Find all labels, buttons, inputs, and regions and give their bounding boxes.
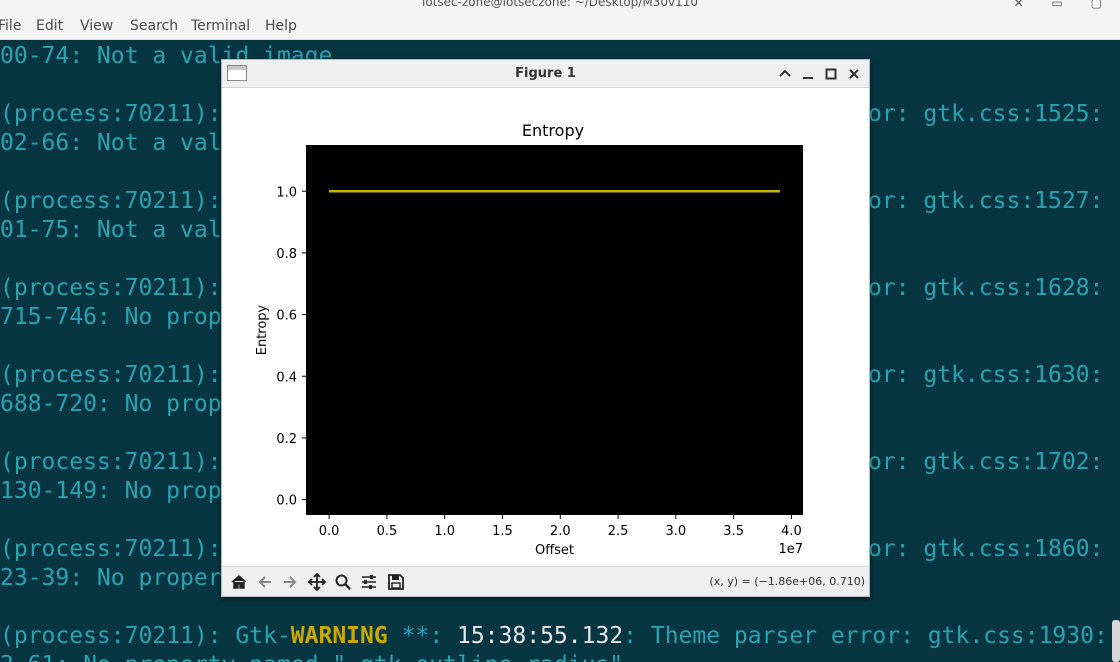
- figure-toolbar: (x, y) = (−1.86e+06, 0.710): [222, 566, 869, 596]
- chevron-up-icon: [779, 69, 791, 77]
- figure-window: Figure 1 Entropy 0.0 0.5 1.0 1.5 2.0 2.5 3.0 3.…: [221, 59, 870, 597]
- menu-file[interactable]: File: [0, 18, 21, 34]
- warning-message: : Theme parser error: gtk.css:1930:: [623, 623, 1108, 649]
- arrow-left-icon: [258, 576, 271, 588]
- x-axis-offset-label: 1e7: [778, 542, 803, 557]
- collapse-button[interactable]: [776, 65, 794, 83]
- x-axis-ticks: 0.0 0.5 1.0 1.5 2.0 2.5 3.0 3.5 4.0: [319, 515, 802, 539]
- terminal-window-controls[interactable]: ✕ ▭ ▢: [1014, 0, 1114, 10]
- x-axis-label: Offset: [535, 543, 574, 558]
- terminal-line: or: gtk.css:1527:: [868, 188, 1104, 214]
- terminal-line: (process:70211):: [0, 275, 236, 301]
- close-icon: [849, 69, 859, 79]
- menu-terminal[interactable]: Terminal: [191, 18, 250, 34]
- plot-canvas[interactable]: Entropy 0.0 0.5 1.0 1.5 2.0 2.5 3.0 3.5 4.0 0.0 0…: [226, 89, 865, 567]
- terminal-menubar: File Edit View Search Terminal Help: [0, 12, 1120, 40]
- menu-search[interactable]: Search: [130, 18, 178, 34]
- zoom-button[interactable]: [334, 573, 352, 591]
- minimize-button[interactable]: [799, 65, 817, 83]
- x-tick-label: 2.0: [550, 524, 571, 539]
- axes-background[interactable]: [306, 145, 803, 515]
- home-button[interactable]: [230, 573, 248, 591]
- y-tick-label: 0.4: [276, 370, 297, 385]
- x-tick-label: 3.5: [723, 524, 744, 539]
- home-icon: [231, 575, 247, 589]
- menu-edit[interactable]: Edit: [36, 18, 63, 34]
- entropy-chart[interactable]: Entropy 0.0 0.5 1.0 1.5 2.0 2.5 3.0 3.5 4.0 0.00…: [226, 89, 865, 567]
- y-tick-label: 0.0: [276, 494, 297, 509]
- y-axis-ticks: 0.0 0.2 0.4 0.6 0.8 1.0: [276, 185, 306, 509]
- minimize-icon: [803, 77, 813, 79]
- terminal-line: 130-149: No prope: [0, 478, 236, 504]
- y-tick-label: 0.8: [276, 247, 297, 262]
- terminal-titlebar: iotsec-zone@iotseczone: ~/Desktop/M30v11…: [0, 0, 1120, 12]
- x-tick-label: 0.0: [319, 524, 340, 539]
- magnifier-icon: [335, 574, 351, 590]
- maximize-button[interactable]: [822, 65, 840, 83]
- figure-title: Figure 1: [515, 66, 576, 81]
- y-axis-label: Entropy: [255, 304, 270, 355]
- warning-stars: **:: [387, 623, 457, 649]
- close-button[interactable]: [845, 65, 863, 83]
- terminal-line: (process:70211):: [0, 362, 236, 388]
- y-tick-label: 0.6: [276, 309, 297, 324]
- terminal-line: 02-66: Not a vali: [0, 130, 236, 156]
- terminal-line: (process:70211):: [0, 101, 236, 127]
- x-tick-label: 4.0: [781, 524, 802, 539]
- terminal-line: (process:70211):: [0, 449, 236, 475]
- forward-button[interactable]: [281, 573, 299, 591]
- terminal-line: (process:70211):: [0, 536, 236, 562]
- terminal-scrollbar[interactable]: [1112, 620, 1120, 662]
- warning-level: WARNING: [290, 623, 388, 649]
- back-button[interactable]: [256, 573, 274, 591]
- move-icon: [307, 572, 327, 592]
- sliders-icon: [362, 575, 376, 589]
- x-tick-label: 2.5: [608, 524, 629, 539]
- terminal-line: 2-61: No property named "-gtk-outline-ra…: [0, 650, 623, 662]
- menu-view[interactable]: View: [80, 18, 113, 34]
- x-tick-label: 3.0: [666, 524, 687, 539]
- warning-prefix: (process:70211): Gtk-: [0, 623, 291, 649]
- arrow-right-icon: [284, 576, 297, 588]
- terminal-line: or: gtk.css:1860:: [868, 536, 1104, 562]
- x-tick-label: 0.5: [377, 524, 398, 539]
- pan-button[interactable]: [307, 572, 327, 592]
- terminal-line: or: gtk.css:1702:: [868, 449, 1104, 475]
- terminal-title: iotsec-zone@iotseczone: ~/Desktop/M30v11…: [422, 0, 698, 9]
- save-figure-button[interactable]: [387, 573, 405, 591]
- menu-help[interactable]: Help: [265, 18, 297, 34]
- terminal-line: 688-720: No prope: [0, 391, 236, 417]
- figure-titlebar[interactable]: Figure 1: [222, 60, 869, 88]
- floppy-disk-icon: [388, 574, 404, 590]
- terminal-line: or: gtk.css:1525:: [868, 101, 1104, 127]
- terminal-line: or: gtk.css:1628:: [868, 275, 1104, 301]
- terminal-line: 23-39: No propert: [0, 565, 236, 591]
- terminal-line: (process:70211):: [0, 188, 236, 214]
- x-tick-label: 1.5: [492, 524, 513, 539]
- cursor-coordinates: (x, y) = (−1.86e+06, 0.710): [709, 575, 865, 588]
- terminal-line: 715-746: No prope: [0, 304, 236, 330]
- configure-subplots-button[interactable]: [360, 573, 378, 591]
- terminal-line: or: gtk.css:1630:: [868, 362, 1104, 388]
- y-tick-label: 0.2: [276, 432, 297, 447]
- y-tick-label: 1.0: [276, 185, 297, 200]
- maximize-icon: [825, 68, 837, 80]
- chart-title: Entropy: [522, 121, 584, 140]
- terminal-line-warning: (process:70211): Gtk-WARNING **: 15:38:5…: [0, 621, 1108, 651]
- warning-time: 15:38:55.132: [456, 623, 624, 649]
- terminal-line: 01-75: Not a vali: [0, 217, 236, 243]
- x-tick-label: 1.0: [434, 524, 455, 539]
